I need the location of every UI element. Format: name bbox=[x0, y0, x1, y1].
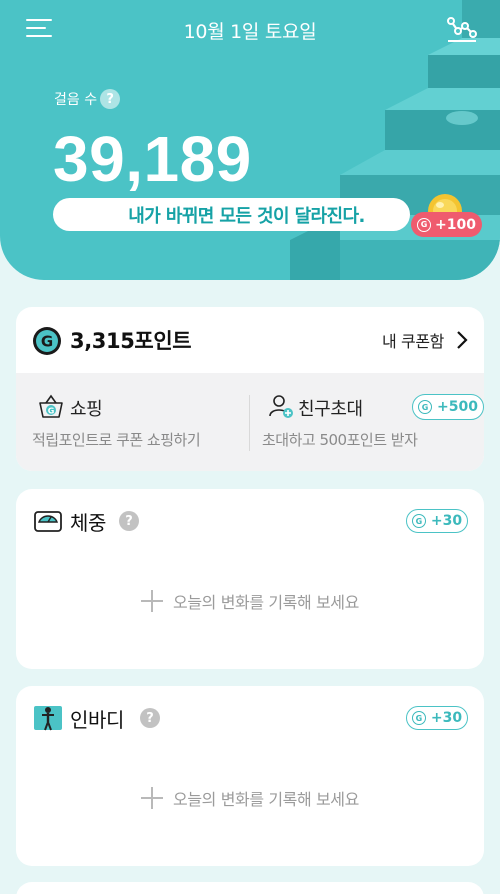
points-card: G 3,315포인트 내 쿠폰함 G 쇼핑 적립포인트로 쿠폰 쇼핑하기 친구초… bbox=[16, 307, 484, 471]
step-count: 39,189 bbox=[53, 123, 252, 195]
inbody-reward-value: +30 bbox=[430, 710, 463, 726]
weight-help-icon[interactable]: ? bbox=[119, 511, 139, 531]
weight-title: 체중 bbox=[70, 511, 106, 535]
scale-icon bbox=[34, 511, 62, 532]
step-graph-icon[interactable] bbox=[446, 14, 478, 44]
inbody-title: 인바디 bbox=[70, 708, 124, 732]
step-reward-value: +100 bbox=[435, 216, 476, 233]
steps-help-icon[interactable]: ? bbox=[100, 89, 121, 109]
next-card-peek bbox=[16, 882, 484, 894]
body-composition-icon bbox=[34, 706, 62, 731]
chevron-right-icon bbox=[457, 331, 468, 349]
inbody-card: 인바디 ? G +30 오늘의 변화를 기록해 보세요 bbox=[16, 686, 484, 866]
shopping-basket-icon: G bbox=[39, 394, 63, 418]
invite-reward-value: +500 bbox=[437, 399, 478, 415]
step-reward-badge[interactable]: G +100 bbox=[411, 212, 482, 237]
inbody-help-icon[interactable]: ? bbox=[140, 708, 160, 728]
add-friend-icon bbox=[269, 395, 293, 418]
plus-icon bbox=[141, 590, 164, 612]
invite-friend-description: 초대하고 500포인트 받자 bbox=[262, 431, 418, 449]
weight-reward-value: +30 bbox=[430, 513, 463, 529]
my-coupons-link[interactable]: 내 쿠폰함 bbox=[382, 328, 468, 352]
weight-card: 체중 ? G +30 오늘의 변화를 기록해 보세요 bbox=[16, 489, 484, 669]
points-balance: 3,315포인트 bbox=[70, 329, 192, 353]
svg-text:G: G bbox=[41, 333, 53, 351]
g-point-icon: G bbox=[417, 217, 432, 232]
points-actions: G 쇼핑 적립포인트로 쿠폰 쇼핑하기 친구초대 G +500 초대하고 500… bbox=[16, 373, 484, 471]
g-point-icon: G bbox=[411, 514, 426, 528]
step-hero-panel: 10월 1일 토요일 걸음 수 ? 39,189 내가 바뀌면 모든 것이 달라… bbox=[0, 0, 500, 280]
record-inbody-button[interactable]: 오늘의 변화를 기록해 보세요 bbox=[16, 786, 484, 810]
record-weight-button[interactable]: 오늘의 변화를 기록해 보세요 bbox=[16, 589, 484, 613]
date-title[interactable]: 10월 1일 토요일 bbox=[0, 17, 500, 44]
top-bar: 10월 1일 토요일 bbox=[0, 0, 500, 60]
inbody-reward-badge: G +30 bbox=[406, 706, 468, 730]
steps-label-row: 걸음 수 ? bbox=[54, 89, 121, 109]
invite-friend-title: 친구초대 bbox=[298, 399, 363, 420]
my-coupons-label: 내 쿠폰함 bbox=[382, 332, 444, 351]
g-point-coin-icon: G bbox=[33, 327, 61, 355]
svg-text:G: G bbox=[48, 407, 55, 416]
invite-friend-button[interactable]: 친구초대 G +500 초대하고 500포인트 받자 bbox=[250, 373, 484, 471]
g-point-icon: G bbox=[411, 711, 426, 725]
weight-reward-badge: G +30 bbox=[406, 509, 468, 533]
points-summary: G 3,315포인트 내 쿠폰함 bbox=[16, 307, 484, 373]
steps-label: 걸음 수 bbox=[54, 92, 98, 108]
record-inbody-prompt: 오늘의 변화를 기록해 보세요 bbox=[173, 790, 359, 809]
shopping-title: 쇼핑 bbox=[70, 399, 103, 420]
shopping-description: 적립포인트로 쿠폰 쇼핑하기 bbox=[32, 431, 201, 449]
invite-reward-badge: G +500 bbox=[412, 394, 484, 420]
g-point-icon: G bbox=[418, 400, 433, 414]
shopping-button[interactable]: G 쇼핑 적립포인트로 쿠폰 쇼핑하기 bbox=[16, 373, 249, 471]
slogan-banner: 내가 바뀌면 모든 것이 달라진다. bbox=[53, 198, 410, 231]
record-weight-prompt: 오늘의 변화를 기록해 보세요 bbox=[173, 593, 359, 612]
plus-icon bbox=[141, 787, 164, 809]
